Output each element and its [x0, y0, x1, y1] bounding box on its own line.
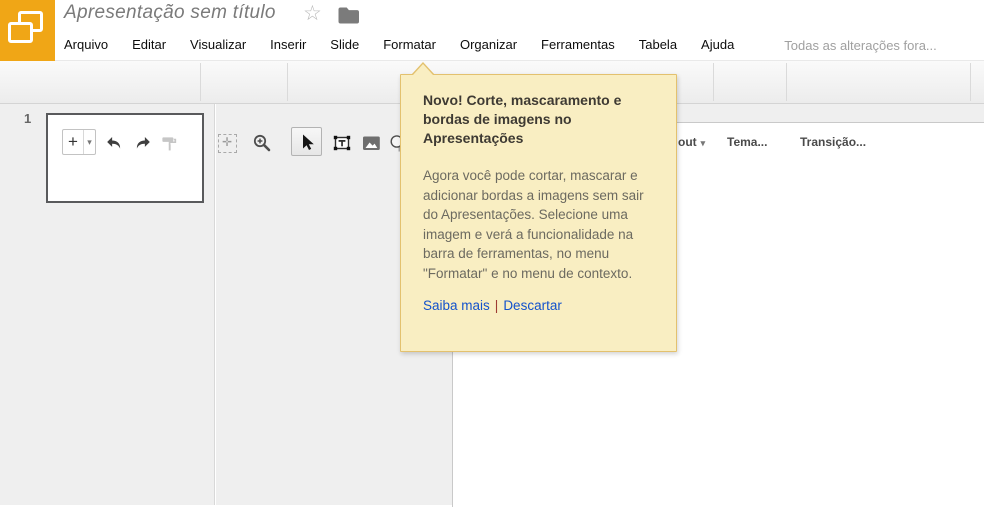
star-icon[interactable]: ☆ — [303, 1, 322, 26]
toolbar-separator — [713, 63, 714, 101]
chevron-down-icon: ▾ — [700, 138, 706, 148]
menu-ajuda[interactable]: Ajuda — [701, 32, 734, 58]
theme-button[interactable]: Tema... — [727, 129, 767, 155]
zoom-fit-icon: ✛ — [217, 133, 237, 153]
menu-slide[interactable]: Slide — [330, 32, 359, 58]
toolbar-separator — [200, 63, 201, 101]
link-separator: | — [494, 298, 499, 313]
app-header: Apresentação sem título ☆ Arquivo Editar… — [0, 0, 984, 61]
text-box-button[interactable] — [329, 131, 355, 155]
menu-tabela[interactable]: Tabela — [639, 32, 677, 58]
zoom-button[interactable] — [249, 131, 275, 155]
chevron-down-icon[interactable]: ▾ — [84, 130, 95, 154]
folder-icon[interactable] — [337, 5, 360, 24]
redo-button[interactable] — [129, 131, 155, 155]
menu-inserir[interactable]: Inserir — [270, 32, 306, 58]
promo-body: Agora você pode cortar, mascarar e adici… — [423, 168, 644, 281]
toolbar-separator — [287, 63, 288, 101]
promo-tooltip: Novo! Corte, mascaramento e bordas de im… — [400, 62, 677, 352]
undo-button[interactable] — [101, 131, 127, 155]
slide-filmstrip: 1 — [0, 104, 215, 505]
plus-icon: + — [63, 130, 84, 154]
toolbar-separator — [970, 63, 971, 101]
menu-formatar[interactable]: Formatar — [383, 32, 436, 58]
cursor-icon — [302, 134, 314, 150]
promo-heading: Novo! Corte, mascaramento e bordas de im… — [423, 92, 622, 146]
logo-front-rect — [8, 22, 33, 43]
dismiss-link[interactable]: Descartar — [503, 298, 562, 313]
toolbar-separator — [786, 63, 787, 101]
new-slide-button[interactable]: + ▾ — [62, 129, 96, 155]
save-status: Todas as alterações fora... — [784, 37, 937, 53]
transition-button[interactable]: Transição... — [800, 129, 866, 155]
document-title[interactable]: Apresentação sem título — [64, 2, 276, 24]
zoom-fit-button[interactable]: ✛ — [214, 131, 240, 155]
learn-more-link[interactable]: Saiba mais — [423, 298, 490, 313]
menu-visualizar[interactable]: Visualizar — [190, 32, 246, 58]
insert-image-button[interactable] — [358, 131, 384, 155]
menu-ferramentas[interactable]: Ferramentas — [541, 32, 615, 58]
menu-arquivo[interactable]: Arquivo — [64, 32, 108, 58]
menu-bar: Arquivo Editar Visualizar Inserir Slide … — [64, 32, 937, 58]
slide-number: 1 — [24, 111, 32, 126]
paint-format-button[interactable] — [156, 131, 182, 155]
slides-logo-icon[interactable] — [0, 0, 55, 61]
menu-organizar[interactable]: Organizar — [460, 32, 517, 58]
promo-links: Saiba mais | Descartar — [423, 298, 658, 313]
menu-editar[interactable]: Editar — [132, 32, 166, 58]
slide-thumbnail[interactable] — [46, 113, 204, 203]
select-tool-button[interactable] — [291, 127, 322, 156]
layout-button[interactable]: out ▾ — [678, 129, 705, 155]
